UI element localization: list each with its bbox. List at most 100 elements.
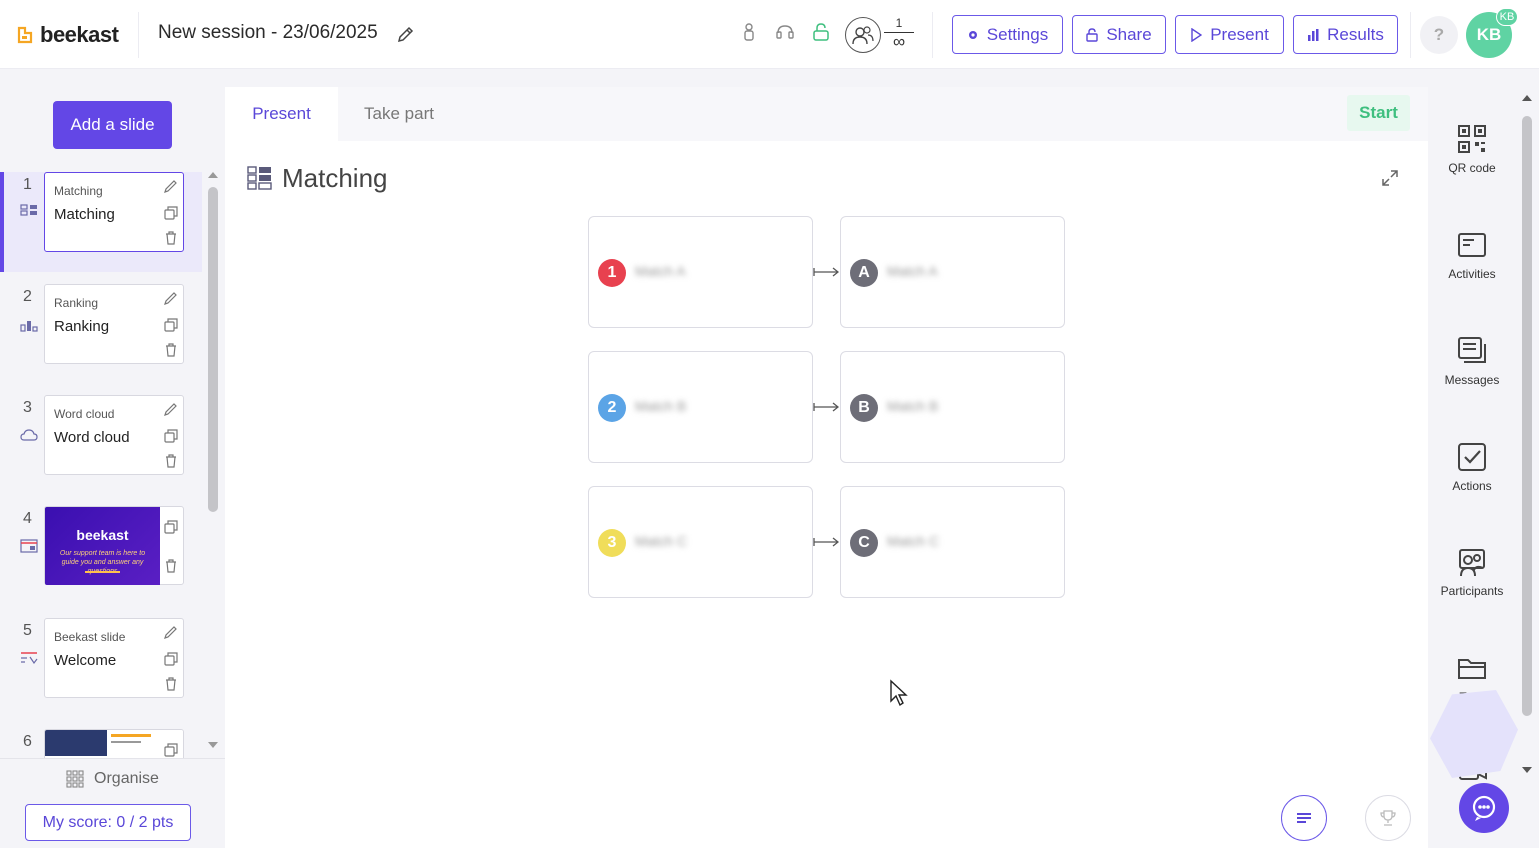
settings-button[interactable]: Settings <box>952 15 1063 54</box>
organise-button[interactable]: Organise <box>0 758 225 798</box>
duplicate-icon[interactable] <box>164 318 178 332</box>
rail-label: Participants <box>1440 584 1504 598</box>
duplicate-icon[interactable] <box>164 206 178 220</box>
scroll-down-icon[interactable] <box>207 741 219 751</box>
participants-max: ∞ <box>892 32 906 51</box>
match-left-item[interactable]: 3 Match C <box>588 486 813 598</box>
duplicate-icon[interactable] <box>164 652 178 666</box>
score-button[interactable]: My score: 0 / 2 pts <box>25 804 191 841</box>
item-text: Match B <box>635 398 687 414</box>
lock-open-icon[interactable] <box>812 22 830 42</box>
present-button[interactable]: Present <box>1175 15 1284 54</box>
slide-number: 3 <box>23 399 32 416</box>
add-slide-button[interactable]: Add a slide <box>53 101 172 149</box>
match-right-item[interactable]: A Match A <box>840 216 1065 328</box>
duplicate-icon[interactable] <box>164 429 178 443</box>
slide-item[interactable]: 5 Beekast slide Welcome <box>0 618 202 718</box>
edit-title-icon[interactable] <box>396 24 416 44</box>
scrollbar-thumb[interactable] <box>1522 116 1532 716</box>
trash-icon[interactable] <box>164 559 178 573</box>
duplicate-icon[interactable] <box>164 743 178 757</box>
edit-icon[interactable] <box>164 625 178 639</box>
start-button[interactable]: Start <box>1347 95 1410 131</box>
help-button[interactable]: ? <box>1420 16 1458 54</box>
results-button[interactable]: Results <box>1293 15 1398 54</box>
match-left-item[interactable]: 1 Match A <box>588 216 813 328</box>
user-icon[interactable] <box>740 22 758 42</box>
actions-icon <box>1458 443 1486 471</box>
slide-item[interactable]: 6 <box>0 729 202 758</box>
scroll-up-icon[interactable] <box>207 169 219 179</box>
item-text: Match C <box>635 533 688 549</box>
organise-label: Organise <box>94 769 159 787</box>
results-view-button[interactable] <box>1281 795 1327 841</box>
right-rail-scrollbar[interactable] <box>1518 88 1536 783</box>
item-text: Match A <box>635 263 686 279</box>
scrollbar-thumb[interactable] <box>208 187 218 512</box>
duplicate-icon[interactable] <box>164 520 178 534</box>
gear-icon <box>968 30 977 39</box>
edit-icon[interactable] <box>164 291 178 305</box>
thumbnail-underline <box>85 571 120 573</box>
bar-chart-icon <box>1308 28 1319 41</box>
slide-type-label: Ranking <box>54 296 99 310</box>
rail-item-qr-code[interactable]: QR code <box>1428 123 1516 175</box>
trash-icon[interactable] <box>164 454 178 468</box>
results-label: Results <box>1327 24 1384 44</box>
slide-card[interactable]: beekast Our support team is here to guid… <box>44 506 184 585</box>
slide-item[interactable]: 2 Ranking Ranking <box>0 284 202 384</box>
share-button[interactable]: Share <box>1072 15 1166 54</box>
tab-present[interactable]: Present <box>225 87 338 141</box>
slide-list: 1 Matching Matching 2 Ranking Ranking 3 … <box>0 172 225 758</box>
rail-item-messages[interactable]: Messages <box>1428 335 1516 387</box>
thumbnail-brand: beekast <box>76 527 129 543</box>
slide-card[interactable]: Ranking Ranking <box>44 284 184 364</box>
scroll-down-icon[interactable] <box>1521 766 1533 776</box>
slide-card[interactable]: Word cloud Word cloud <box>44 395 184 475</box>
trash-icon[interactable] <box>164 677 178 691</box>
activities-icon <box>1458 233 1486 257</box>
slide-card[interactable]: Matching Matching <box>44 172 184 252</box>
headset-icon[interactable] <box>776 22 794 42</box>
slide-item[interactable]: 1 Matching Matching <box>0 172 202 272</box>
tab-take-part[interactable]: Take part <box>338 87 460 141</box>
grid-icon <box>66 769 84 788</box>
trophy-icon <box>1380 810 1396 826</box>
slide-card[interactable]: Beekast slide Welcome <box>44 618 184 698</box>
match-right-item[interactable]: B Match B <box>840 351 1065 463</box>
slide-title: Welcome <box>54 652 117 669</box>
slide-item[interactable]: 4 beekast Our support team is here to gu… <box>0 506 202 606</box>
match-left-item[interactable]: 2 Match B <box>588 351 813 463</box>
scroll-up-icon[interactable] <box>1521 92 1533 102</box>
participants-limit-icon[interactable] <box>845 17 881 53</box>
slide-item[interactable]: 3 Word cloud Word cloud <box>0 395 202 495</box>
arrow-right-icon <box>813 537 839 547</box>
slide-type-label: Matching <box>54 184 103 198</box>
rail-item-activities[interactable]: Activities <box>1428 229 1516 281</box>
edit-icon[interactable] <box>164 179 178 193</box>
item-text: Match C <box>887 533 940 549</box>
word-cloud-icon <box>20 429 38 441</box>
leaderboard-button[interactable] <box>1365 795 1411 841</box>
trash-icon[interactable] <box>164 231 178 245</box>
participants-count: 1 ∞ <box>884 16 914 50</box>
slide-heading: Matching <box>247 163 388 194</box>
session-title[interactable]: New session - 23/06/2025 <box>158 22 378 44</box>
header-divider <box>1410 12 1411 58</box>
slide-card[interactable] <box>44 729 184 758</box>
logo[interactable]: beekast <box>16 22 119 48</box>
edit-icon[interactable] <box>164 402 178 416</box>
header-divider <box>138 12 139 58</box>
support-chat-button[interactable] <box>1459 783 1509 833</box>
trash-icon[interactable] <box>164 343 178 357</box>
rail-item-participants[interactable]: Participants <box>1428 546 1516 598</box>
expand-icon[interactable] <box>1381 169 1399 187</box>
slide-list-scrollbar[interactable] <box>205 169 221 755</box>
rail-item-actions[interactable]: Actions <box>1428 441 1516 493</box>
lock-icon <box>1086 27 1099 42</box>
ranking-icon <box>20 321 38 332</box>
share-label: Share <box>1106 24 1152 44</box>
slide-title: Matching <box>54 206 115 223</box>
participants-current: 1 <box>884 16 914 33</box>
match-right-item[interactable]: C Match C <box>840 486 1065 598</box>
